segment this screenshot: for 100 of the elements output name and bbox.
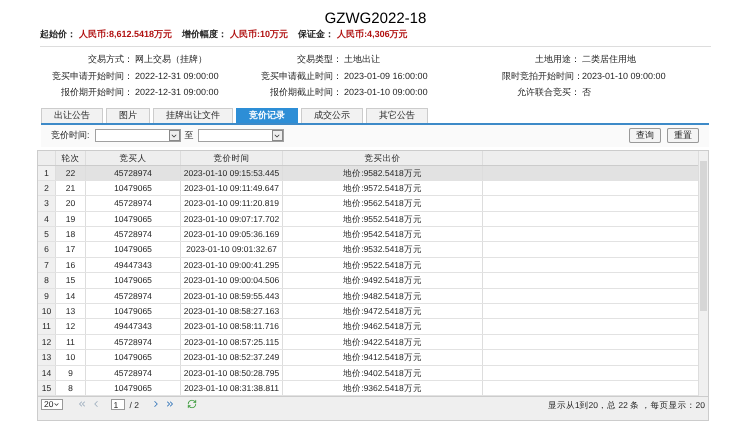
- row-number: 10: [38, 304, 56, 318]
- price-label: 起始价：: [40, 28, 76, 42]
- row-number: 15: [38, 380, 56, 396]
- info-value: 二类居住用地: [581, 53, 637, 66]
- table-cell: 地价:9582.5418万元: [283, 166, 483, 180]
- table-cell: 49447343: [86, 319, 181, 334]
- info-value: 网上交易（挂牌）: [134, 53, 208, 66]
- info-value: 土地出让: [343, 53, 381, 66]
- table-cell: 2023-01-10 08:59:55.443: [181, 288, 283, 304]
- page-summary: 显示从1到20，总 22 条 ，每页显示：20: [548, 399, 705, 412]
- page-size-select[interactable]: 20: [41, 399, 64, 410]
- tab[interactable]: 挂牌出让文件: [153, 108, 233, 122]
- info-value: 2022-12-31 09:00:00: [134, 70, 220, 82]
- table-row[interactable]: 3 20 45728974 2023-01-10 09:11:20.819 地价:9562.5418万元: [38, 196, 698, 212]
- table-row[interactable]: 9 14 45728974 2023-01-10 08:59:55.443 地价:9482.5418万元: [38, 288, 698, 304]
- table-row[interactable]: 12 11 45728974 2023-01-10 08:57:25.115 地价:9422.5418万元: [38, 334, 698, 350]
- filter-button[interactable]: 查询: [629, 128, 661, 143]
- info-value: 2022-12-31 09:00:00: [134, 86, 220, 99]
- refresh-icon[interactable]: [186, 399, 197, 410]
- row-number: 1: [38, 166, 56, 180]
- table-cell: 2023-01-10 09:05:36.169: [181, 227, 283, 242]
- tab[interactable]: 图片: [106, 108, 150, 122]
- table-cell: 11: [56, 334, 86, 350]
- tab[interactable]: 成交公示: [301, 108, 363, 122]
- table-cell: 10479065: [86, 380, 181, 396]
- table-cell: 地价:9362.5418万元: [283, 380, 483, 396]
- page-input[interactable]: 1: [111, 399, 126, 410]
- page-title: GZWG2022-18: [324, 9, 428, 28]
- chevron-down-icon: [53, 401, 60, 408]
- table-row[interactable]: 14 9 45728974 2023-01-10 08:50:28.795 地价:9402.5418万元: [38, 366, 698, 381]
- table-cell: 2023-01-10 08:58:27.163: [181, 304, 283, 318]
- table-row[interactable]: 13 10 10479065 2023-01-10 08:52:37.249 地价:9412.5418万元: [38, 350, 698, 366]
- scrollbar[interactable]: [698, 150, 708, 396]
- info-label: 土地用途：: [534, 53, 580, 66]
- table-cell: 22: [56, 166, 86, 180]
- table-row[interactable]: 7 16 49447343 2023-01-10 09:00:41.295 地价:9522.5418万元: [38, 258, 698, 274]
- dropdown-field[interactable]: [198, 129, 284, 142]
- row-number: 6: [38, 242, 56, 257]
- table-cell: 20: [56, 196, 86, 211]
- info-label: 交易方式：: [87, 53, 133, 66]
- table-cell: 2023-01-10 09:11:49.647: [181, 180, 283, 196]
- row-number: 9: [38, 288, 56, 304]
- filter-button[interactable]: 重置: [667, 128, 699, 143]
- row-number: 5: [38, 227, 56, 242]
- table-cell: 8: [56, 380, 86, 396]
- row-number: 8: [38, 273, 56, 288]
- table-cell: 2023-01-10 08:31:38.811: [181, 380, 283, 396]
- table-row[interactable]: 11 12 49447343 2023-01-10 08:58:11.716 地价:9462.5418万元: [38, 319, 698, 335]
- table-row[interactable]: 2 21 10479065 2023-01-10 09:11:49.647 地价:9572.5418万元: [38, 180, 698, 196]
- table-row[interactable]: 15 8 10479065 2023-01-10 08:31:38.811 地价:9362.5418万元: [38, 380, 698, 396]
- price-value: 人民币:8,612.5418万元: [79, 28, 172, 42]
- table-cell: 2023-01-10 09:01:32.67: [181, 242, 283, 257]
- table-cell: 2023-01-10 09:00:04.506: [181, 273, 283, 288]
- row-number: 12: [38, 334, 56, 350]
- table-cell: 地价:9572.5418万元: [283, 180, 483, 196]
- table-cell: 地价:9462.5418万元: [283, 319, 483, 334]
- table-row[interactable]: 5 18 45728974 2023-01-10 09:05:36.169 地价:9542.5418万元: [38, 227, 698, 242]
- table-cell: 2023-01-10 09:15:53.445: [181, 166, 283, 180]
- table-cell: 14: [56, 288, 86, 304]
- table-row[interactable]: 6 17 10479065 2023-01-10 09:01:32.67 地价:9532.5418万元: [38, 242, 698, 258]
- table-cell: 2023-01-10 08:50:28.795: [181, 366, 283, 380]
- info-label: 报价期截止时间：: [269, 86, 342, 99]
- column-header: 竞价时间: [181, 150, 283, 164]
- info-label: 报价期开始时间：: [60, 86, 133, 99]
- table-cell: 2023-01-10 09:11:20.819: [181, 196, 283, 211]
- row-number: 14: [38, 366, 56, 380]
- table-cell: 18: [56, 227, 86, 242]
- row-number: 13: [38, 350, 56, 365]
- tab[interactable]: 竞价记录: [236, 108, 298, 122]
- table-cell: 17: [56, 242, 86, 257]
- table-cell: 10: [56, 350, 86, 365]
- table-cell: 15: [56, 273, 86, 288]
- table-cell: 16: [56, 258, 86, 272]
- table-cell: 2023-01-10 08:57:25.115: [181, 334, 283, 350]
- table-cell: 49447343: [86, 258, 181, 272]
- table-cell: 10479065: [86, 350, 181, 365]
- table-cell: 10479065: [86, 273, 181, 288]
- table-cell: 地价:9522.5418万元: [283, 258, 483, 272]
- row-number: 3: [38, 196, 56, 211]
- last-page-icon[interactable]: [164, 399, 175, 410]
- table-cell: 地价:9412.5418万元: [283, 350, 483, 365]
- column-header: 竞买出价: [283, 150, 483, 164]
- table-row[interactable]: 10 13 10479065 2023-01-10 08:58:27.163 地价:9472.5418万元: [38, 304, 698, 320]
- tab[interactable]: 其它公告: [366, 108, 428, 122]
- dropdown-field[interactable]: [94, 129, 181, 142]
- table-row[interactable]: 4 19 10479065 2023-01-10 09:07:17.702 地价:9552.5418万元: [38, 212, 698, 228]
- table-cell: 10479065: [86, 212, 181, 226]
- row-number: 7: [38, 258, 56, 272]
- table-cell: 2023-01-10 08:58:11.716: [181, 319, 283, 334]
- first-page-icon[interactable]: [77, 399, 88, 410]
- table-row[interactable]: 1 22 45728974 2023-01-10 09:15:53.445 地价:9582.5418万元: [38, 166, 698, 181]
- tab[interactable]: 出让公告: [41, 108, 103, 122]
- table-cell: 地价:9422.5418万元: [283, 334, 483, 350]
- info-label: 限时竞拍开始时间：: [502, 70, 580, 82]
- info-value: 2023-01-10 09:00:00: [343, 86, 429, 99]
- table-row[interactable]: 8 15 10479065 2023-01-10 09:00:04.506 地价:9492.5418万元: [38, 273, 698, 289]
- price-value: 人民币:4,306万元: [337, 28, 408, 42]
- table-cell: 地价:9562.5418万元: [283, 196, 483, 211]
- table-cell: 45728974: [86, 334, 181, 350]
- range-separator: 至: [184, 128, 194, 142]
